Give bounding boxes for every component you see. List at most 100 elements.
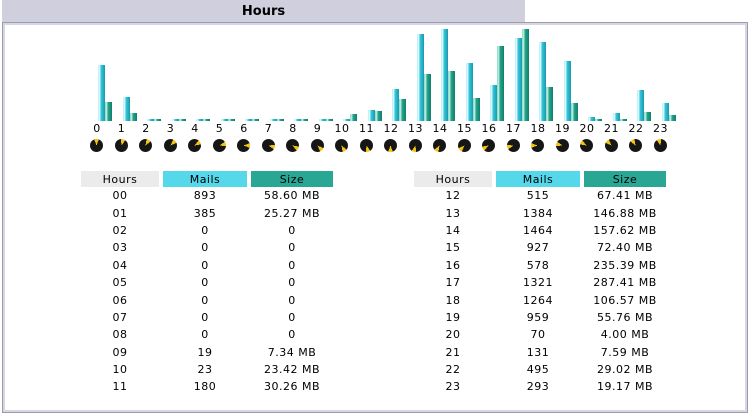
hour-axis-label: 10: [329, 122, 355, 135]
mails-cell: 0: [163, 222, 247, 239]
mails-bar: [466, 63, 473, 121]
size-cell: 0: [251, 309, 333, 326]
size-cell: 55.76 MB: [584, 309, 666, 326]
mails-bar: [564, 61, 571, 121]
mails-bar: [196, 119, 203, 121]
table-row: 1995955.76 MB: [414, 309, 666, 326]
size-bar: [277, 119, 284, 121]
size-cell: 0: [251, 291, 333, 308]
clock-icon: [286, 139, 299, 152]
size-bar: [375, 111, 382, 121]
mails-cell: 495: [496, 361, 580, 378]
clock-icon: [213, 139, 226, 152]
size-cell: 0: [251, 274, 333, 291]
hour-axis-label: 16: [476, 122, 502, 135]
hour-cell: 12: [414, 187, 492, 204]
size-bar: [595, 119, 602, 121]
hour-axis-label: 21: [599, 122, 625, 135]
mails-bar: [172, 119, 179, 121]
mails-cell: 180: [163, 378, 247, 395]
size-bar: [228, 119, 235, 121]
clock-icon: [580, 139, 593, 152]
hour-cell: 04: [81, 257, 159, 274]
mails-cell: 1321: [496, 274, 580, 291]
hour-cell: 15: [414, 239, 492, 256]
size-cell: 72.40 MB: [584, 239, 666, 256]
column-header-mails: Mails: [496, 171, 580, 187]
mails-bar: [613, 113, 620, 121]
tab-hours-label: Hours: [242, 4, 285, 19]
size-bar: [644, 112, 651, 121]
mails-bar: [441, 29, 448, 121]
hour-axis-label: 5: [207, 122, 233, 135]
mails-cell: 19: [163, 344, 247, 361]
mails-cell: 131: [496, 344, 580, 361]
size-cell: 235.39 MB: [584, 257, 666, 274]
mails-cell: 0: [163, 257, 247, 274]
table-row: 20704.00 MB: [414, 326, 666, 343]
table-row: 0700: [81, 309, 333, 326]
hour-axis-label: 6: [231, 122, 257, 135]
hour-axis-label: 11: [354, 122, 380, 135]
mails-bar: [515, 38, 522, 121]
hour-cell: 14: [414, 222, 492, 239]
clock-icon: [433, 139, 446, 152]
mails-bar: [147, 119, 154, 121]
mails-cell: 385: [163, 204, 247, 221]
mails-cell: 515: [496, 187, 580, 204]
hour-cell: 21: [414, 344, 492, 361]
column-header-size: Size: [251, 171, 333, 187]
hour-cell: 09: [81, 344, 159, 361]
hour-axis-label: 15: [452, 122, 478, 135]
mails-bar: [221, 119, 228, 121]
size-bar: [497, 46, 504, 121]
size-bar: [546, 87, 553, 121]
mails-bar: [588, 117, 595, 121]
size-bar: [620, 119, 627, 121]
column-header-hours: Hours: [414, 171, 492, 187]
clock-icon: [335, 139, 348, 152]
clock-icon: [262, 139, 275, 152]
hour-cell: 17: [414, 274, 492, 291]
clock-icon: [360, 139, 373, 152]
mails-bar: [270, 119, 277, 121]
clock-icon: [654, 139, 667, 152]
hour-cell: 08: [81, 326, 159, 343]
table-row: 0300: [81, 239, 333, 256]
column-header-size: Size: [584, 171, 666, 187]
mails-cell: 0: [163, 239, 247, 256]
hour-cell: 01: [81, 204, 159, 221]
mails-bar: [368, 110, 375, 121]
table-row: 0400: [81, 257, 333, 274]
size-bar: [179, 119, 186, 121]
clock-icon: [531, 139, 544, 152]
hour-cell: 11: [81, 378, 159, 395]
mails-cell: 1464: [496, 222, 580, 239]
size-bar: [154, 119, 161, 121]
hour-cell: 23: [414, 378, 492, 395]
size-bar: [669, 115, 676, 121]
hour-axis-label: 14: [427, 122, 453, 135]
clock-icon: [90, 139, 103, 152]
clock-icon: [237, 139, 250, 152]
mails-cell: 0: [163, 274, 247, 291]
clock-icon: [507, 139, 520, 152]
size-cell: 7.59 MB: [584, 344, 666, 361]
hour-axis-label: 19: [550, 122, 576, 135]
table-header-row: HoursMailsSize: [81, 171, 333, 187]
hour-cell: 20: [414, 326, 492, 343]
size-bar: [203, 119, 210, 121]
size-cell: 67.41 MB: [584, 187, 666, 204]
hour-axis-label: 18: [525, 122, 551, 135]
table-row: 211317.59 MB: [414, 344, 666, 361]
tab-hours[interactable]: Hours: [2, 0, 525, 22]
size-cell: 0: [251, 257, 333, 274]
mails-cell: 578: [496, 257, 580, 274]
clock-icon: [629, 139, 642, 152]
clock-icon: [409, 139, 422, 152]
size-cell: 19.17 MB: [584, 378, 666, 395]
clock-icon: [605, 139, 618, 152]
size-bar: [448, 71, 455, 121]
hour-axis-label: 4: [182, 122, 208, 135]
hour-axis-label: 0: [84, 122, 110, 135]
